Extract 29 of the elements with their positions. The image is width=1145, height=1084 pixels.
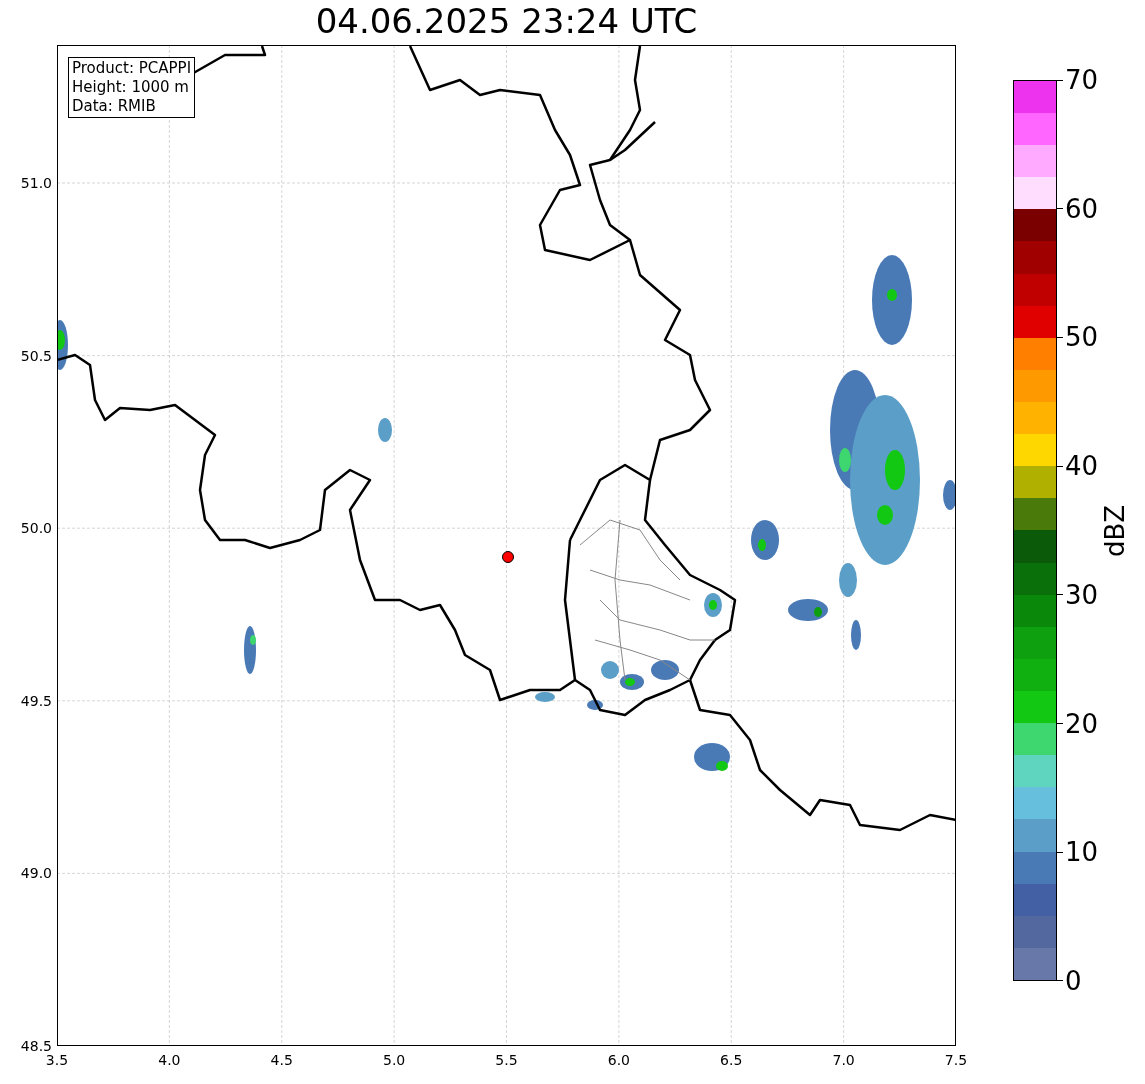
chart-title: 04.06.2025 23:24 UTC [315, 0, 698, 41]
colorbar-tick-label: 30 [1065, 579, 1099, 610]
longitude-tick-label: 6.0 [606, 1052, 631, 1068]
colorbar-tick-label: 20 [1065, 708, 1099, 739]
info-text: Data: RMIB [72, 97, 157, 116]
longitude-tick-label: 5.5 [494, 1052, 519, 1068]
colorbar-tick-label: 50 [1065, 322, 1099, 353]
latitude-tick-label: 51.0 [19, 175, 53, 192]
longitude-tick-label: 6.5 [719, 1052, 744, 1068]
colorbar-tick-label: 60 [1065, 193, 1099, 224]
longitude-tick-label: 7.0 [831, 1052, 856, 1068]
colorbar-tick-label: 0 [1065, 965, 1082, 996]
latitude-tick-label: 49.5 [19, 692, 53, 709]
longitude-tick-label: 5.0 [382, 1052, 407, 1068]
info-text: Height: 1000 m [72, 78, 190, 97]
longitude-tick-label: 4.5 [269, 1052, 294, 1068]
colorbar-tick-label: 70 [1065, 65, 1099, 95]
longitude-tick-label: 4.0 [157, 1052, 182, 1068]
latitude-tick-label: 49.0 [19, 865, 53, 882]
colorbar-tick-label: 10 [1065, 837, 1099, 868]
colorbar-label: dBZ [1100, 504, 1131, 557]
latitude-tick-label: 48.5 [19, 1038, 53, 1054]
radar-site-marker [502, 551, 514, 563]
info-text: Product: PCAPPI [72, 59, 192, 78]
latitude-tick-label: 50.0 [19, 520, 53, 537]
colorbar-tick-label: 40 [1065, 451, 1099, 482]
longitude-tick-label: 3.5 [44, 1052, 70, 1068]
latitude-tick-label: 50.5 [19, 347, 53, 364]
longitude-tick-label: 7.5 [943, 1052, 969, 1068]
